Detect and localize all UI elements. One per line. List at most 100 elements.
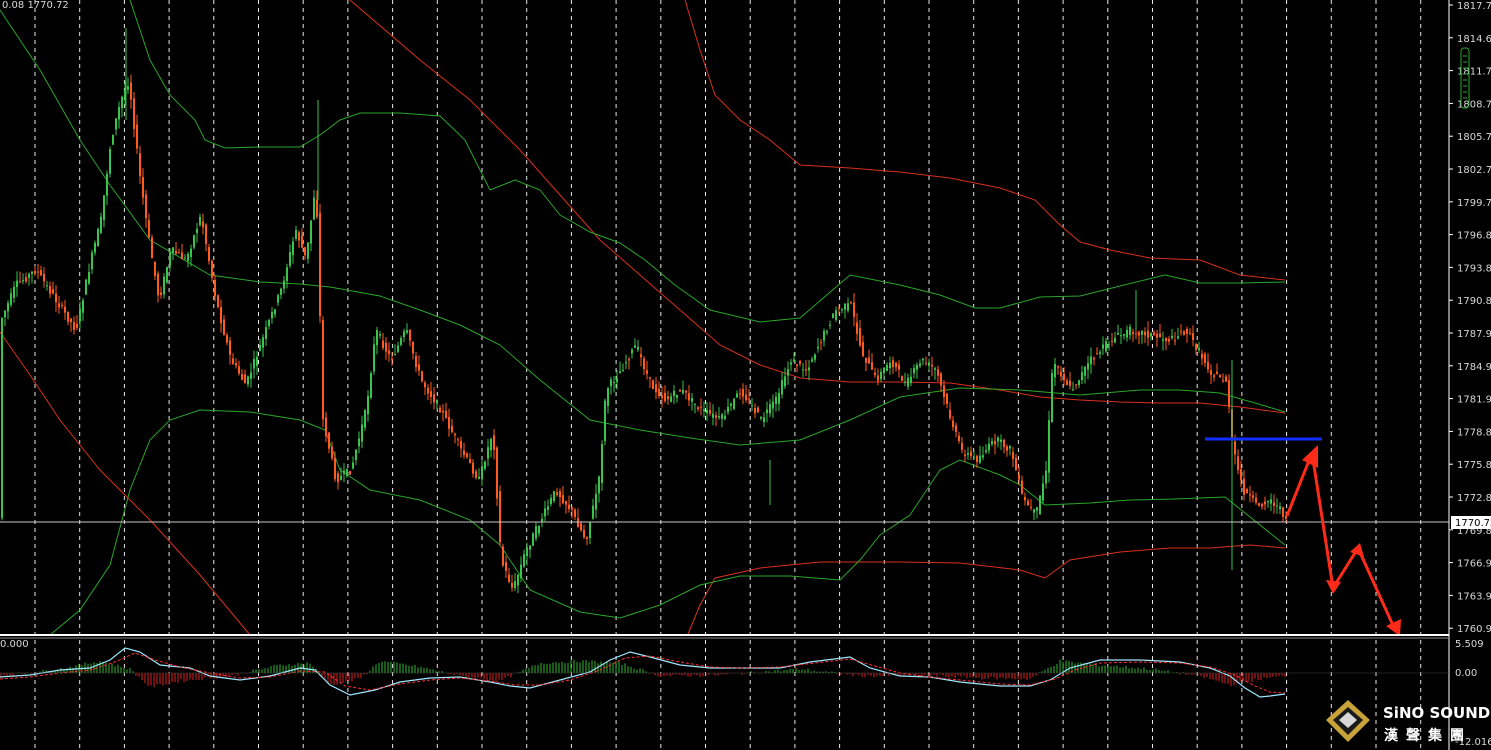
- candle-body: [1144, 331, 1146, 336]
- candle-body: [214, 279, 216, 297]
- candle-body: [793, 359, 795, 362]
- candle-body: [1108, 344, 1110, 346]
- candle-body: [499, 491, 501, 543]
- candle-body: [307, 242, 309, 259]
- candle-body: [178, 252, 180, 254]
- candle-body: [1210, 370, 1212, 375]
- candle-body: [760, 417, 762, 419]
- candle-body: [7, 302, 9, 312]
- candle-body: [745, 394, 747, 401]
- candle-body: [526, 547, 528, 557]
- candle-body: [757, 407, 759, 413]
- candle-body: [409, 329, 411, 341]
- candle-body: [310, 220, 312, 244]
- candle-body: [829, 324, 831, 326]
- price-tick-label: 1787.90: [1457, 329, 1491, 340]
- candle-body: [1021, 480, 1023, 494]
- candle-body: [487, 447, 489, 459]
- candle-body: [586, 537, 588, 539]
- candle-body: [250, 372, 252, 379]
- candle-body: [67, 311, 69, 322]
- candle-body: [1267, 501, 1269, 503]
- candle-body: [1192, 333, 1194, 341]
- candle-body: [430, 391, 432, 398]
- candle-body: [1033, 509, 1035, 513]
- candle-body: [676, 395, 678, 398]
- candle-body: [754, 408, 756, 414]
- candle-body: [637, 346, 639, 350]
- price-tick-label: 1802.75: [1457, 165, 1491, 176]
- candle-body: [790, 362, 792, 365]
- candle-body: [1117, 333, 1119, 335]
- candle-body: [1285, 515, 1287, 519]
- candle-body: [1006, 446, 1008, 451]
- candle-body: [1066, 380, 1068, 386]
- candle-body: [1126, 329, 1128, 338]
- candle-body: [730, 403, 732, 406]
- candle-body: [322, 320, 324, 420]
- candle-body: [1282, 507, 1284, 517]
- candle-body: [136, 124, 138, 149]
- candle-body: [748, 398, 750, 400]
- candle-body: [121, 96, 123, 109]
- candle-body: [193, 235, 195, 248]
- candle-body: [1156, 333, 1158, 338]
- candle-body: [1174, 340, 1176, 342]
- candle-body: [1123, 334, 1125, 336]
- candle-body: [496, 447, 498, 499]
- candle-body: [79, 308, 81, 322]
- candle-body: [865, 357, 867, 363]
- candle-body: [1054, 363, 1056, 378]
- candle-body: [133, 98, 135, 129]
- candle-body: [565, 501, 567, 505]
- price-chart[interactable]: 1817.70 1814.65 1811.70 1808.75 1805.75 1802.…: [0, 0, 1491, 750]
- candle-body: [211, 260, 213, 278]
- candle-body: [652, 380, 654, 390]
- candle-body: [1195, 344, 1197, 350]
- candle-body: [694, 403, 696, 405]
- candle-body: [325, 417, 327, 437]
- candle-body: [1252, 495, 1254, 498]
- candle-body: [13, 286, 15, 299]
- candle-body: [688, 393, 690, 401]
- candle-body: [682, 389, 684, 394]
- candle-body: [1102, 344, 1104, 349]
- candle-body: [823, 331, 825, 341]
- candle-body: [739, 393, 741, 395]
- candle-body: [199, 216, 201, 226]
- candle-body: [733, 398, 735, 409]
- candle-body: [1150, 333, 1152, 337]
- candle-body: [772, 401, 774, 409]
- candle-body: [1165, 338, 1167, 342]
- candle-body: [802, 369, 804, 371]
- candle-body: [76, 324, 78, 328]
- candle-body: [961, 442, 963, 450]
- candle-body: [1048, 420, 1050, 473]
- candle-body: [481, 466, 483, 480]
- candle-body: [1201, 353, 1203, 359]
- candle-body: [508, 574, 510, 582]
- candle-body: [31, 271, 33, 275]
- candle-body: [361, 424, 363, 442]
- candle-body: [853, 302, 855, 317]
- candle-body: [1198, 348, 1200, 351]
- candle-body: [490, 438, 492, 451]
- candle-body: [577, 518, 579, 528]
- candle-body: [664, 392, 666, 401]
- candle-body: [1000, 439, 1002, 443]
- candle-body: [331, 446, 333, 459]
- candle-body: [1087, 363, 1089, 370]
- candle-body: [451, 425, 453, 433]
- candle-body: [946, 393, 948, 404]
- candle-body: [844, 303, 846, 310]
- candle-body: [883, 367, 885, 374]
- candle-body: [109, 149, 111, 174]
- candle-body: [1207, 361, 1209, 370]
- candle-body: [190, 248, 192, 258]
- candle-body: [1063, 373, 1065, 381]
- candle-body: [1237, 456, 1239, 471]
- candle-body: [1060, 371, 1062, 377]
- candle-body: [901, 376, 903, 381]
- candle-body: [25, 277, 27, 282]
- candle-body: [1075, 384, 1077, 386]
